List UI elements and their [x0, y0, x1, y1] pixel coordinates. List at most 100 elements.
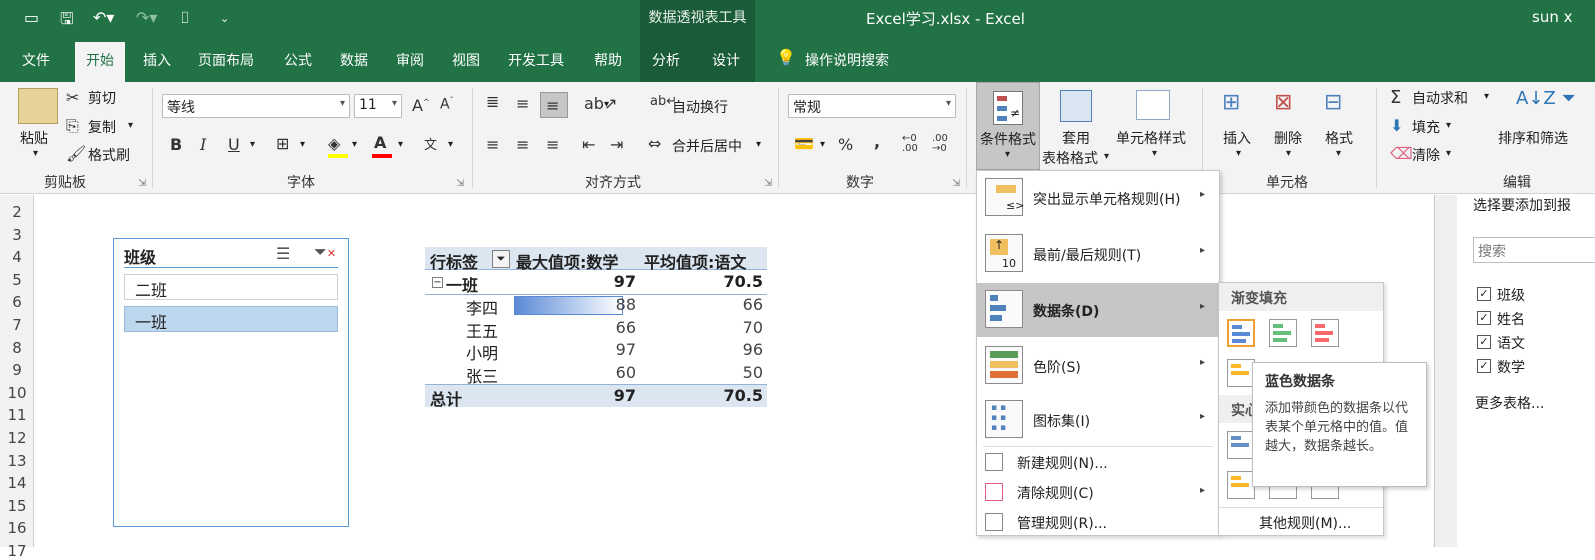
- alignment-launcher-icon[interactable]: ⇲: [764, 178, 772, 189]
- autosum-button[interactable]: 自动求和: [1412, 88, 1468, 108]
- row-header[interactable]: 14: [0, 474, 34, 492]
- orientation-icon[interactable]: ab↗: [584, 94, 617, 113]
- align-top-icon[interactable]: ≣: [486, 92, 499, 111]
- blue-gradient-databar[interactable]: [1227, 319, 1255, 347]
- pivot-row-labels-header[interactable]: 行标签: [430, 249, 478, 273]
- copy-icon[interactable]: ⎘: [66, 116, 79, 136]
- tab-analyze[interactable]: 分析: [652, 50, 680, 70]
- menu-item-manage-rules[interactable]: 管理规则(R)...: [977, 507, 1219, 537]
- table-format-label-1[interactable]: 套用: [1062, 128, 1090, 148]
- delete-cells-icon[interactable]: ⊠: [1274, 90, 1292, 115]
- underline-button[interactable]: U: [228, 135, 240, 154]
- menu-item-clear-rules[interactable]: 清除规则(C) ▸: [977, 477, 1219, 507]
- paste-icon[interactable]: [18, 88, 58, 124]
- format-dropdown-icon[interactable]: ▾: [1336, 148, 1341, 159]
- pivot-group-label[interactable]: 一班: [446, 272, 478, 296]
- pivot-row-chinese[interactable]: 66: [660, 295, 763, 314]
- pivot-total-avg[interactable]: 70.5: [660, 386, 763, 405]
- conditional-format-button[interactable]: ≠ 条件格式 ▾: [976, 82, 1040, 170]
- menu-item-icon-sets[interactable]: ▪ ▪ ▪ ▪ ▪ ▪ 图标集(I) ▸: [977, 393, 1219, 447]
- cut-icon[interactable]: ✂: [66, 88, 79, 107]
- menu-item-data-bars[interactable]: 数据条(D) ▸: [977, 283, 1219, 337]
- tab-developer[interactable]: 开发工具: [508, 50, 564, 70]
- collapse-icon[interactable]: −: [432, 277, 443, 288]
- pivot-row-name[interactable]: 小明: [466, 340, 498, 364]
- orange-solid-databar[interactable]: [1227, 471, 1255, 499]
- insert-cells-icon[interactable]: ⊞: [1222, 90, 1240, 115]
- row-header[interactable]: 16: [0, 519, 34, 537]
- tab-file[interactable]: 文件: [22, 50, 50, 70]
- clear-filter-icon[interactable]: ⏷✕: [314, 242, 336, 262]
- merge-center-button[interactable]: 合并后居中: [672, 136, 742, 156]
- field-checkbox[interactable]: ✓: [1477, 287, 1491, 301]
- redo-icon[interactable]: ↷▾: [136, 8, 157, 27]
- align-left-icon[interactable]: ≡: [486, 135, 499, 154]
- more-rules-link[interactable]: 其他规则(M)...: [1259, 513, 1351, 533]
- format-painter-button[interactable]: 格式刷: [88, 145, 130, 165]
- tab-home[interactable]: 开始: [75, 42, 125, 82]
- menu-item-highlight-rules[interactable]: ≤> 突出显示单元格规则(H) ▸: [977, 171, 1219, 225]
- autosum-icon[interactable]: Σ: [1390, 87, 1401, 108]
- green-gradient-databar[interactable]: [1269, 319, 1297, 347]
- fill-color-dropdown-icon[interactable]: ▾: [352, 139, 357, 150]
- menu-item-top-bottom-rules[interactable]: ↑ 10 最前/最后规则(T) ▸: [977, 227, 1219, 281]
- touch-mode-icon[interactable]: ▭: [24, 8, 39, 27]
- decrease-decimal-icon[interactable]: .00 →0: [932, 134, 948, 154]
- merge-center-icon[interactable]: ⇔: [648, 134, 661, 153]
- pivot-row-math[interactable]: 66: [540, 318, 636, 337]
- pivot-max-math-header[interactable]: 最大值项:数学: [516, 249, 618, 273]
- format-painter-icon[interactable]: 🖌: [66, 144, 86, 163]
- pivot-row-name[interactable]: 张三: [466, 363, 498, 387]
- font-color-icon[interactable]: A: [374, 133, 386, 152]
- delete-cells-button[interactable]: 删除: [1274, 128, 1302, 148]
- clipboard-launcher-icon[interactable]: ⇲: [138, 178, 146, 189]
- row-header[interactable]: 12: [0, 429, 34, 447]
- percent-button[interactable]: %: [838, 135, 853, 154]
- tab-design[interactable]: 设计: [712, 50, 740, 70]
- align-middle-icon[interactable]: ≡: [516, 94, 529, 113]
- pivot-row-math[interactable]: 60: [540, 363, 636, 382]
- tell-me-search[interactable]: 操作说明搜索: [805, 50, 889, 70]
- currency-icon[interactable]: 💳: [794, 134, 814, 153]
- borders-icon[interactable]: ⊞: [276, 134, 289, 153]
- format-cells-icon[interactable]: ⊟: [1324, 90, 1342, 115]
- pivot-row-chinese[interactable]: 96: [660, 340, 763, 359]
- font-name-combo[interactable]: 等线 ▾: [162, 94, 350, 118]
- slicer-class[interactable]: 班级 ☰ ⏷✕ 二班 一班: [113, 238, 349, 527]
- tab-review[interactable]: 审阅: [396, 50, 424, 70]
- paste-dropdown-icon[interactable]: ▾: [33, 148, 38, 159]
- field-checkbox[interactable]: ✓: [1477, 335, 1491, 349]
- user-name[interactable]: sun x: [1532, 8, 1572, 26]
- blue-solid-databar[interactable]: [1227, 431, 1255, 459]
- camera-icon[interactable]: ⌷: [180, 8, 190, 28]
- cut-button[interactable]: 剪切: [88, 88, 116, 108]
- increase-decimal-icon[interactable]: ←0.00: [902, 134, 918, 154]
- pivot-row-name[interactable]: 李四: [466, 295, 498, 319]
- row-header[interactable]: 2: [0, 203, 34, 221]
- tab-formulas[interactable]: 公式: [284, 50, 312, 70]
- tab-data[interactable]: 数据: [340, 50, 368, 70]
- row-header[interactable]: 4: [0, 248, 34, 266]
- fill-color-icon[interactable]: ◈: [328, 134, 340, 153]
- pivot-row-name[interactable]: 王五: [466, 318, 498, 342]
- filter-dropdown-icon[interactable]: ⏷: [492, 250, 510, 268]
- slicer-item[interactable]: 二班: [124, 274, 338, 300]
- slicer-item-selected[interactable]: 一班: [124, 306, 338, 332]
- align-bottom-button[interactable]: ≡: [540, 92, 568, 118]
- tab-view[interactable]: 视图: [452, 50, 480, 70]
- grow-font-icon[interactable]: A^: [412, 96, 430, 115]
- bold-button[interactable]: B: [170, 135, 182, 154]
- eraser-icon[interactable]: ⌫: [1390, 144, 1413, 163]
- row-header[interactable]: 13: [0, 452, 34, 470]
- copy-dropdown-icon[interactable]: ▾: [128, 120, 133, 131]
- wrap-text-button[interactable]: 自动换行: [672, 97, 728, 117]
- insert-cells-button[interactable]: 插入: [1223, 128, 1251, 148]
- italic-button[interactable]: I: [200, 135, 206, 154]
- row-header[interactable]: 10: [0, 384, 34, 402]
- customize-toolbar-icon[interactable]: ⌄: [220, 12, 229, 25]
- number-launcher-icon[interactable]: ⇲: [952, 178, 960, 189]
- menu-item-new-rule[interactable]: 新建规则(N)...: [977, 447, 1219, 477]
- table-format-icon[interactable]: [1060, 90, 1092, 122]
- fill-icon[interactable]: ⬇: [1390, 116, 1403, 135]
- clear-button[interactable]: 清除: [1412, 145, 1440, 165]
